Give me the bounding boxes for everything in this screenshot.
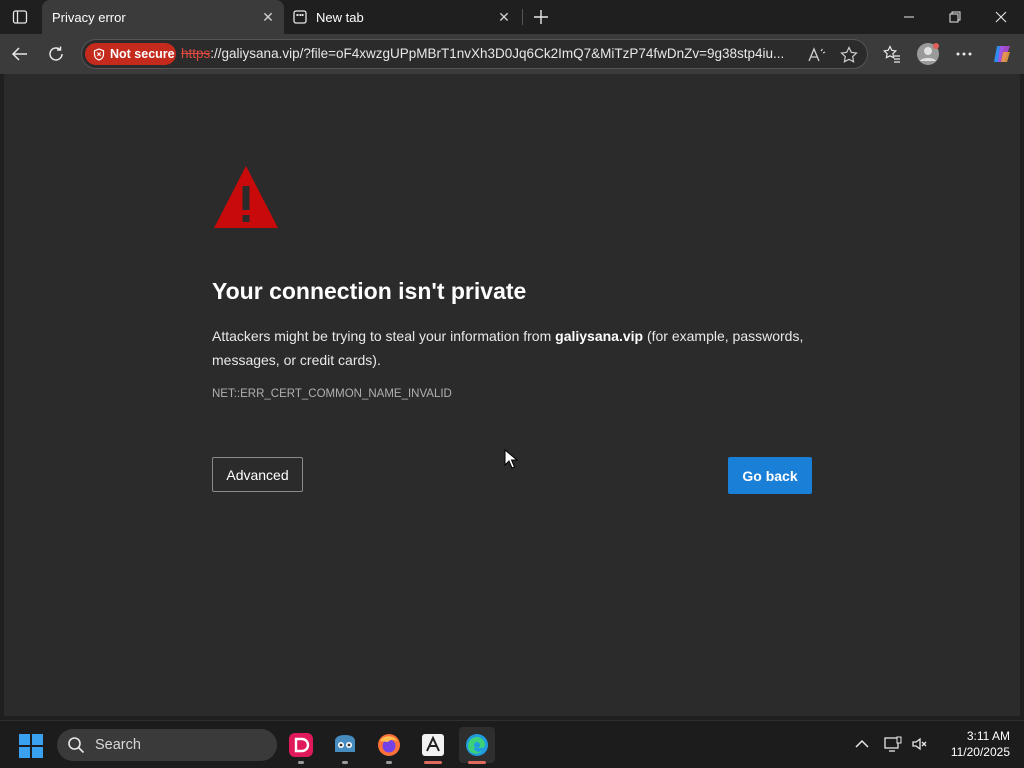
url-text[interactable]: https://galiysana.vip/?file=oF4xwzgUPpMB… (181, 46, 801, 61)
favorites-button[interactable] (876, 38, 908, 70)
shield-warning-icon (93, 47, 105, 61)
new-tab-page-icon (292, 9, 308, 25)
running-indicator (468, 761, 486, 764)
edge-icon (466, 734, 488, 756)
tab-strip: Privacy error ✕ New tab ✕ (0, 0, 1024, 34)
clock-time: 3:11 AM (966, 729, 1010, 743)
favorites-icon (883, 45, 900, 63)
close-tab-icon[interactable]: ✕ (256, 5, 280, 29)
chevron-up-icon (855, 739, 869, 748)
not-secure-badge[interactable]: Not secure (85, 43, 176, 65)
close-icon (995, 11, 1007, 23)
profile-button[interactable] (912, 38, 944, 70)
site-domain: galiysana.vip (555, 328, 644, 344)
error-code: NET::ERR_CERT_COMMON_NAME_INVALID (212, 388, 452, 400)
more-icon (956, 52, 972, 56)
taskbar-app-edge[interactable] (459, 727, 495, 764)
close-window-button[interactable] (978, 0, 1024, 34)
mouse-cursor-icon (504, 449, 518, 469)
taskbar-app-acrobat[interactable] (415, 727, 451, 764)
volume-button[interactable] (909, 733, 931, 755)
network-display-button[interactable] (882, 733, 904, 755)
go-back-button[interactable]: Go back (728, 457, 812, 494)
restore-icon (949, 11, 961, 23)
app-red-d-icon (289, 733, 313, 757)
firefox-icon (378, 734, 400, 756)
minimize-icon (904, 16, 914, 18)
running-indicator (298, 761, 304, 764)
tab-separator (522, 9, 523, 25)
avatar-icon (917, 43, 939, 65)
copilot-icon (994, 46, 1010, 62)
copilot-button[interactable] (986, 38, 1018, 70)
windows-start-icon[interactable] (18, 733, 44, 759)
search-label: Search (95, 737, 141, 753)
running-indicator (342, 761, 348, 764)
taskbar-search[interactable]: Search (57, 729, 277, 761)
volume-muted-icon (912, 737, 927, 751)
taskbar: Search 3:11 AM 11/20/2025 (0, 720, 1024, 768)
monitor-icon (884, 736, 902, 752)
refresh-button[interactable] (40, 38, 72, 70)
error-page: Your connection isn't private Attackers … (4, 74, 1020, 716)
tab-actions-button[interactable] (6, 4, 34, 30)
favorite-star-button[interactable] (838, 44, 860, 66)
tab-title: Privacy error (52, 9, 126, 25)
read-aloud-icon (808, 47, 826, 62)
taskbar-app-red[interactable] (283, 727, 319, 764)
tab-title: New tab (316, 9, 364, 25)
desc-text: Attackers might be trying to steal your … (212, 328, 556, 344)
tab-privacy-error[interactable]: Privacy error ✕ (42, 0, 284, 34)
advanced-button[interactable]: Advanced (212, 457, 303, 492)
url-rest: ://galiysana.vip/?file=oF4xwzgUPpMBrT1nv… (210, 46, 785, 61)
clock-date: 11/20/2025 (950, 745, 1010, 759)
security-label: Not secure (110, 47, 175, 61)
system-clock[interactable]: 3:11 AM 11/20/2025 (940, 728, 1010, 760)
running-indicator (424, 761, 442, 764)
error-description: Attackers might be trying to steal your … (212, 324, 822, 372)
show-hidden-icons-button[interactable] (851, 733, 873, 755)
godot-icon (335, 735, 355, 752)
back-button[interactable] (4, 38, 36, 70)
tab-actions-icon (12, 10, 28, 24)
app-a-icon (422, 734, 444, 756)
search-icon (68, 737, 85, 754)
restore-button[interactable] (932, 0, 978, 34)
star-icon (840, 46, 858, 63)
url-scheme: https (181, 46, 211, 61)
minimize-button[interactable] (886, 0, 932, 34)
settings-more-button[interactable] (948, 38, 980, 70)
refresh-icon (49, 46, 63, 61)
tab-new-tab[interactable]: New tab ✕ (284, 0, 520, 34)
browser-toolbar: Not secure https://galiysana.vip/?file=o… (0, 34, 1024, 74)
close-tab-icon[interactable]: ✕ (492, 5, 516, 29)
plus-icon (534, 10, 548, 24)
address-bar[interactable]: Not secure https://galiysana.vip/?file=o… (81, 39, 868, 69)
warning-triangle-icon (214, 166, 278, 228)
taskbar-app-godot[interactable] (327, 727, 363, 764)
read-aloud-button[interactable] (806, 44, 828, 66)
new-tab-button[interactable] (528, 4, 554, 30)
back-arrow-icon (11, 47, 27, 61)
page-title: Your connection isn't private (212, 278, 527, 304)
taskbar-app-firefox[interactable] (371, 727, 407, 764)
running-indicator (386, 761, 392, 764)
